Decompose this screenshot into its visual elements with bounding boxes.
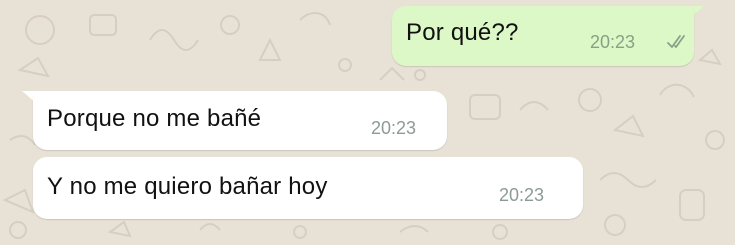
message-text: Por qué?? [406, 19, 519, 46]
incoming-message-bubble[interactable]: Y no me quiero bañar hoy 20:23 [33, 157, 583, 219]
double-check-icon [667, 35, 685, 48]
message-time: 20:23 [371, 118, 417, 138]
message-time: 20:23 [590, 32, 636, 52]
message-time: 20:23 [499, 185, 545, 205]
message-text: Porque no me bañé [47, 105, 262, 132]
message-text: Y no me quiero bañar hoy [47, 173, 328, 200]
outgoing-message-bubble[interactable]: Por qué?? 20:23 [392, 6, 694, 66]
chat-view: Por qué?? 20:23 Porque no me bañé 20:23 … [0, 0, 735, 245]
incoming-message-bubble[interactable]: Porque no me bañé 20:23 [33, 91, 447, 150]
